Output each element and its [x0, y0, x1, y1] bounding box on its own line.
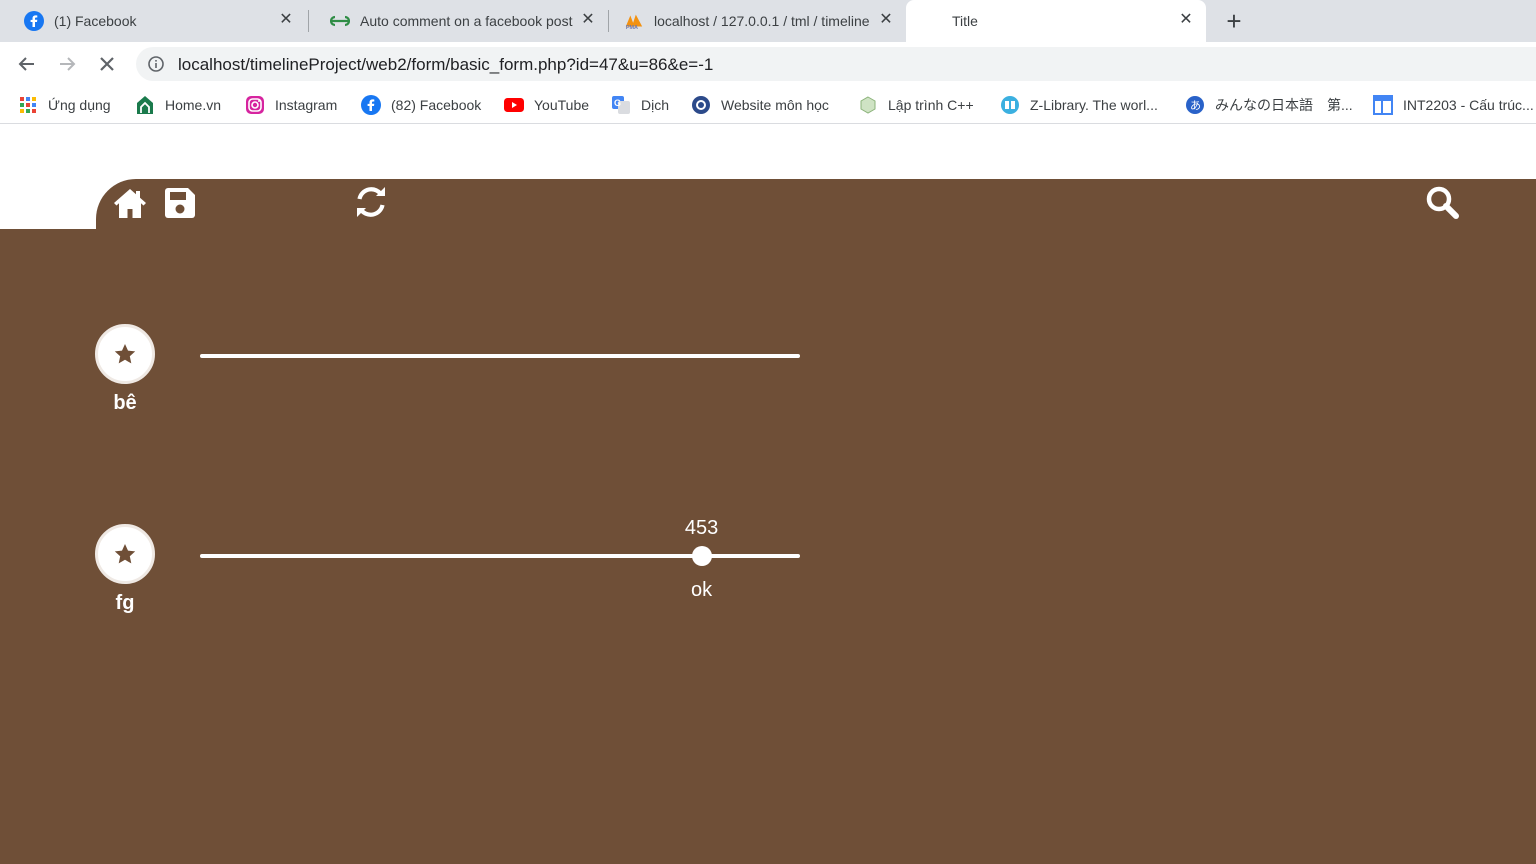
forward-arrow-icon — [60, 57, 76, 71]
star-icon — [114, 344, 136, 364]
svg-text:あ: あ — [1190, 99, 1201, 112]
url-text[interactable]: localhost/timelineProject/web2/form/basi… — [178, 55, 713, 75]
bookmark-label: みんなの日本語 第... — [1215, 97, 1353, 113]
bookmark-minna[interactable]: あ みんなの日本語 第... — [1185, 86, 1353, 124]
tab-title-active[interactable]: Title ✕ — [906, 0, 1206, 42]
phpmyadmin-icon: PMA — [624, 11, 644, 31]
top-toolbar-panel — [96, 179, 1536, 229]
tab-title: localhost / 127.0.0.1 / tml / timeline — [654, 13, 870, 29]
tab-geeksforgeeks[interactable]: Auto comment on a facebook post ✕ — [306, 0, 608, 42]
close-icon — [100, 57, 114, 71]
close-icon[interactable]: ✕ — [278, 12, 294, 28]
page-content: bê fg 453 ok — [0, 125, 1536, 864]
youtube-icon — [504, 95, 524, 115]
main-panel — [0, 229, 1536, 864]
home-icon[interactable] — [112, 185, 148, 221]
zlibrary-icon — [1000, 95, 1020, 115]
close-icon[interactable]: ✕ — [1178, 12, 1194, 28]
tab-title: (1) Facebook — [54, 13, 137, 29]
table-icon — [1373, 95, 1393, 115]
back-button[interactable] — [15, 52, 39, 76]
row-name: bê — [113, 392, 137, 414]
bookmark-label: YouTube — [534, 97, 590, 113]
bookmark-label: (82) Facebook — [391, 97, 482, 113]
tab-strip: (1) Facebook ✕ Auto comment on a faceboo… — [0, 0, 1536, 42]
stop-loading-button[interactable] — [95, 52, 119, 76]
bookmark-label: Website môn học — [721, 97, 829, 113]
browser-toolbar: localhost/timelineProject/web2/form/basi… — [0, 42, 1536, 86]
bookmark-label: Lập trình C++ — [888, 97, 974, 113]
row-name: fg — [115, 592, 135, 614]
bookmarks-bar: Ứng dụng Home.vn Instagram (82) Facebook… — [0, 86, 1536, 124]
bookmark-translate[interactable]: G Dịch — [611, 86, 669, 124]
google-translate-icon: G — [611, 95, 631, 115]
close-icon[interactable]: ✕ — [878, 12, 894, 28]
bookmark-facebook[interactable]: (82) Facebook — [361, 86, 481, 124]
facebook-icon — [361, 95, 381, 115]
marker-label: ok — [691, 579, 713, 601]
bookmark-label: Z-Library. The worl... — [1030, 97, 1158, 113]
address-bar[interactable]: localhost/timelineProject/web2/form/basi… — [136, 47, 1536, 81]
marker-value: 453 — [684, 517, 719, 539]
instagram-icon — [245, 95, 265, 115]
bookmark-home-vn[interactable]: Home.vn — [135, 86, 221, 124]
bookmark-int2203[interactable]: INT2203 - Cấu trúc... — [1373, 86, 1534, 124]
bookmark-label: Instagram — [275, 97, 338, 113]
bookmark-label: Ứng dụng — [48, 97, 111, 113]
star-avatar[interactable] — [95, 324, 155, 384]
bookmark-label: Dịch — [641, 97, 670, 113]
save-icon[interactable] — [162, 185, 198, 221]
bookmark-zlibrary[interactable]: Z-Library. The worl... — [1000, 86, 1158, 124]
tab-phpmyadmin[interactable]: PMA localhost / 127.0.0.1 / tml / timeli… — [600, 0, 906, 42]
svg-text:PMA: PMA — [626, 25, 638, 31]
apps-grid-icon — [18, 95, 38, 115]
bookmark-label: Home.vn — [165, 97, 222, 113]
search-icon[interactable] — [1424, 184, 1460, 220]
refresh-icon[interactable] — [353, 184, 389, 220]
tab-title: Auto comment on a facebook post — [360, 13, 573, 29]
star-icon — [114, 544, 136, 564]
tab-title: Title — [952, 13, 978, 29]
back-arrow-icon — [18, 57, 34, 71]
facebook-icon — [24, 11, 44, 31]
bookmark-apps[interactable]: Ứng dụng — [18, 86, 111, 124]
bookmark-lap-trinh-cpp[interactable]: Lập trình C++ — [858, 86, 974, 124]
timeline-marker[interactable] — [691, 546, 712, 566]
forward-button[interactable] — [55, 52, 79, 76]
new-tab-button[interactable]: + — [1220, 8, 1248, 36]
svg-text:G: G — [614, 98, 621, 108]
timeline-track[interactable] — [200, 354, 800, 358]
bookmark-label: INT2203 - Cấu trúc... — [1403, 97, 1534, 113]
bookmark-youtube[interactable]: YouTube — [504, 86, 589, 124]
bookmark-website-mon-hoc[interactable]: Website môn học — [691, 86, 829, 124]
geeksforgeeks-icon — [330, 11, 350, 31]
globe-icon — [691, 95, 711, 115]
info-icon[interactable] — [148, 56, 164, 72]
tab-facebook[interactable]: (1) Facebook ✕ — [0, 0, 306, 42]
cpp-icon — [858, 95, 878, 115]
home-vn-icon — [135, 95, 155, 115]
star-avatar[interactable] — [95, 524, 155, 584]
bookmark-instagram[interactable]: Instagram — [245, 86, 337, 124]
close-icon[interactable]: ✕ — [580, 12, 596, 28]
minna-icon: あ — [1185, 95, 1205, 115]
